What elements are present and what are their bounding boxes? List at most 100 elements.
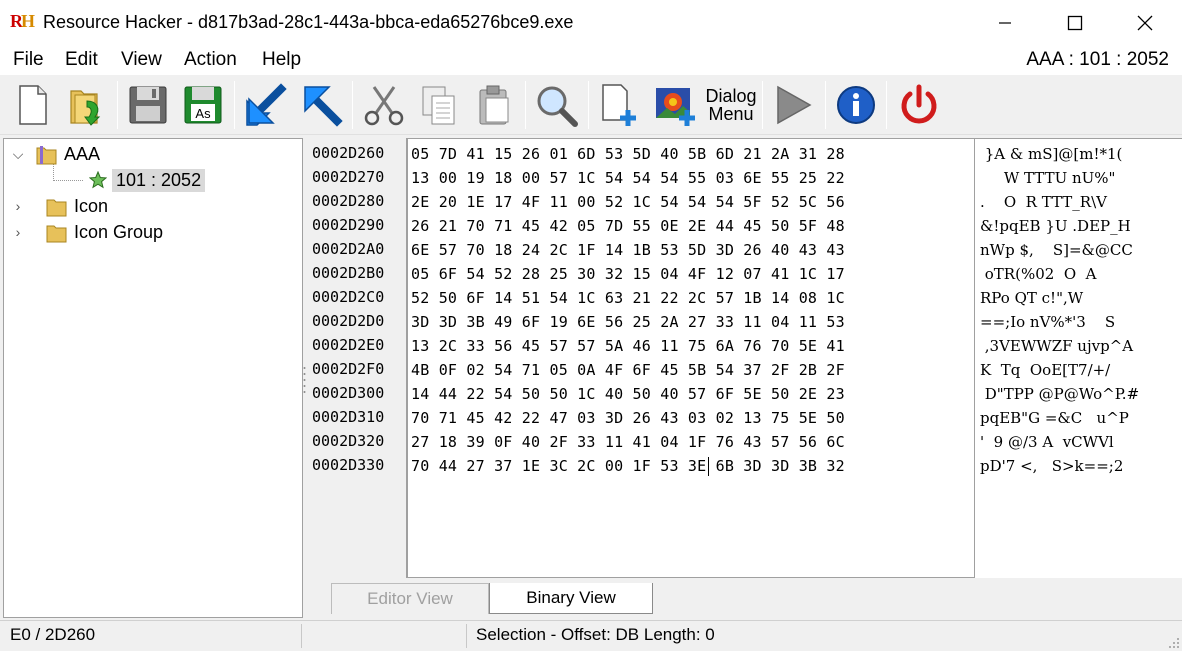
dialog-menu-button[interactable]: Dialog Menu	[705, 80, 757, 130]
ascii-row[interactable]: ,3VEWWZF ujvp^A	[980, 334, 1133, 358]
hex-row[interactable]: 14 44 22 54 50 50 1C 40 50 40 57 6F 5E 5…	[411, 382, 845, 406]
scissors-icon	[364, 86, 404, 126]
cut-button[interactable]	[359, 80, 409, 130]
ascii-row[interactable]: RPo QT c!",W	[980, 286, 1083, 310]
offset-row: 0002D2A0	[312, 240, 385, 258]
add-resource-button[interactable]	[595, 80, 645, 130]
ascii-row[interactable]: W TTTU nU%"	[980, 166, 1116, 190]
view-tabs: Editor View Binary View	[307, 580, 1182, 618]
tree-node-icon[interactable]: › Icon	[10, 193, 108, 219]
ascii-row[interactable]: oTR(%02 O A	[980, 262, 1097, 286]
hex-row[interactable]: 4B 0F 02 54 71 05 0A 4F 6F 45 5B 54 37 2…	[411, 358, 845, 382]
resource-tree[interactable]: ⌵ AAA 101 : 2052 › Icon › Icon Group	[3, 138, 303, 618]
hex-row[interactable]: 13 00 19 18 00 57 1C 54 54 54 55 03 6E 5…	[411, 166, 845, 190]
hex-row[interactable]: 2E 20 1E 17 4F 11 00 52 1C 54 54 54 5F 5…	[411, 190, 845, 214]
toolbar: As Dialog Menu	[0, 75, 1182, 135]
about-button[interactable]	[831, 80, 881, 130]
offset-row: 0002D310	[312, 408, 385, 426]
app-logo-icon: RH	[10, 11, 35, 31]
find-button[interactable]	[531, 80, 581, 130]
chevron-down-icon[interactable]: ⌵	[10, 146, 26, 163]
chevron-right-icon[interactable]: ›	[10, 224, 26, 240]
info-icon	[837, 86, 875, 124]
status-selection: Selection - Offset: DB Length: 0	[476, 625, 715, 644]
tree-node-aaa[interactable]: ⌵ AAA	[10, 141, 100, 167]
export-button[interactable]	[296, 80, 346, 130]
add-image-resource-icon	[656, 88, 695, 126]
menu-help[interactable]: Help	[262, 49, 301, 71]
minimize-button[interactable]	[970, 0, 1040, 45]
hex-row[interactable]: 05 6F 54 52 28 25 30 32 15 04 4F 12 07 4…	[411, 262, 845, 286]
compile-run-button[interactable]	[767, 80, 817, 130]
ascii-row[interactable]: ==;Io nV%*'3 S	[980, 310, 1115, 334]
tree-label-aaa: AAA	[64, 143, 101, 164]
hex-row[interactable]: 3D 3D 3B 49 6F 19 6E 56 25 2A 27 33 11 0…	[411, 310, 845, 334]
menu-view[interactable]: View	[121, 49, 162, 71]
folder-icon	[46, 197, 68, 217]
new-file-button[interactable]	[7, 80, 57, 130]
hex-row[interactable]: 52 50 6F 14 51 54 1C 63 21 22 2C 57 1B 1…	[411, 286, 845, 310]
menu-action[interactable]: Action	[184, 49, 237, 71]
hex-row[interactable]: 26 21 70 71 45 42 05 7D 55 0E 2E 44 45 5…	[411, 214, 845, 238]
ascii-row[interactable]: . O R TTT_R\V	[980, 190, 1107, 214]
open-file-button[interactable]	[62, 80, 112, 130]
offset-row: 0002D320	[312, 432, 385, 450]
import-button[interactable]	[240, 80, 290, 130]
status-bar: E0 / 2D260 Selection - Offset: DB Length…	[0, 620, 1182, 651]
power-icon	[901, 84, 937, 124]
ascii-row[interactable]: ' 9 @/3 A vCWVl	[980, 430, 1114, 454]
hex-row[interactable]: 27 18 39 0F 40 2F 33 11 41 04 1F 76 43 5…	[411, 430, 845, 454]
ascii-area[interactable]: }A & mS]@[m!*1( W TTTU nU%". O R TTT_R\V…	[975, 138, 1182, 578]
tree-label-icon: Icon	[74, 195, 109, 216]
save-button[interactable]	[123, 80, 173, 130]
offset-row: 0002D300	[312, 384, 385, 402]
paste-button[interactable]	[469, 80, 519, 130]
hex-row[interactable]: 70 71 45 42 22 47 03 3D 26 43 03 02 13 7…	[411, 406, 845, 430]
offset-row: 0002D2C0	[312, 288, 385, 306]
save-as-button[interactable]: As	[178, 80, 228, 130]
folder-icon	[46, 223, 68, 243]
tab-editor-view[interactable]: Editor View	[331, 583, 489, 614]
hex-row[interactable]: 70 44 27 37 1E 3C 2C 00 1F 53 3E 6B 3D 3…	[411, 454, 845, 478]
tree-node-101-2052[interactable]: 101 : 2052	[82, 167, 206, 193]
exit-button[interactable]	[894, 80, 944, 130]
menu-edit[interactable]: Edit	[65, 49, 98, 71]
hex-row[interactable]: 6E 57 70 18 24 2C 1F 14 1B 53 5D 3D 26 4…	[411, 238, 845, 262]
add-image-button[interactable]	[651, 80, 701, 130]
ascii-row[interactable]: pqEB"G =&C u^P	[980, 406, 1129, 430]
resource-id-label: AAA : 101 : 2052	[1026, 49, 1169, 70]
offset-row: 0002D290	[312, 216, 385, 234]
offset-row: 0002D280	[312, 192, 385, 210]
minimize-icon	[999, 21, 1011, 24]
hex-area[interactable]: 05 7D 41 15 26 01 6D 53 5D 40 5B 6D 21 2…	[407, 138, 975, 578]
ascii-row[interactable]: &!pqEB }U .DEP_H	[980, 214, 1131, 238]
open-folder-icon	[70, 90, 101, 126]
hex-row[interactable]: 13 2C 33 56 45 57 57 5A 46 11 75 6A 76 7…	[411, 334, 845, 358]
svg-text:As: As	[195, 106, 211, 121]
ascii-row[interactable]: K Tq OoE[T7/+/	[980, 358, 1110, 382]
tab-binary-view[interactable]: Binary View	[489, 583, 653, 614]
tree-node-icon-group[interactable]: › Icon Group	[10, 219, 163, 245]
play-triangle-icon	[777, 85, 812, 125]
offset-row: 0002D2B0	[312, 264, 385, 282]
maximize-button[interactable]	[1040, 0, 1110, 45]
offset-row: 0002D260	[312, 144, 385, 162]
add-blank-resource-icon	[602, 84, 636, 126]
ascii-row[interactable]: nWp $, S]=&@CC	[980, 238, 1133, 262]
menu-file[interactable]: File	[13, 49, 44, 71]
close-icon	[1137, 15, 1153, 30]
folder-open-icon	[36, 145, 58, 165]
save-disk-icon	[129, 86, 167, 124]
hex-row[interactable]: 05 7D 41 15 26 01 6D 53 5D 40 5B 6D 21 2…	[411, 142, 845, 166]
ascii-row[interactable]: }A & mS]@[m!*1(	[980, 142, 1123, 166]
splitter-handle[interactable]	[303, 365, 306, 395]
ascii-row[interactable]: D"TPP @P@Wo^P.#	[980, 382, 1139, 406]
window-title: Resource Hacker - d817b3ad-28c1-443a-bbc…	[43, 12, 574, 32]
close-button[interactable]	[1110, 0, 1180, 45]
copy-button[interactable]	[414, 80, 464, 130]
chevron-right-icon[interactable]: ›	[10, 198, 26, 214]
tree-label-icon-group: Icon Group	[74, 221, 164, 242]
offset-column: 0002D260 0002D270 0002D280 0002D290 0002D2A0…	[307, 138, 407, 578]
resize-grip-icon[interactable]	[1168, 637, 1180, 649]
ascii-row[interactable]: pD'7 <, S>k==;2	[980, 454, 1123, 478]
